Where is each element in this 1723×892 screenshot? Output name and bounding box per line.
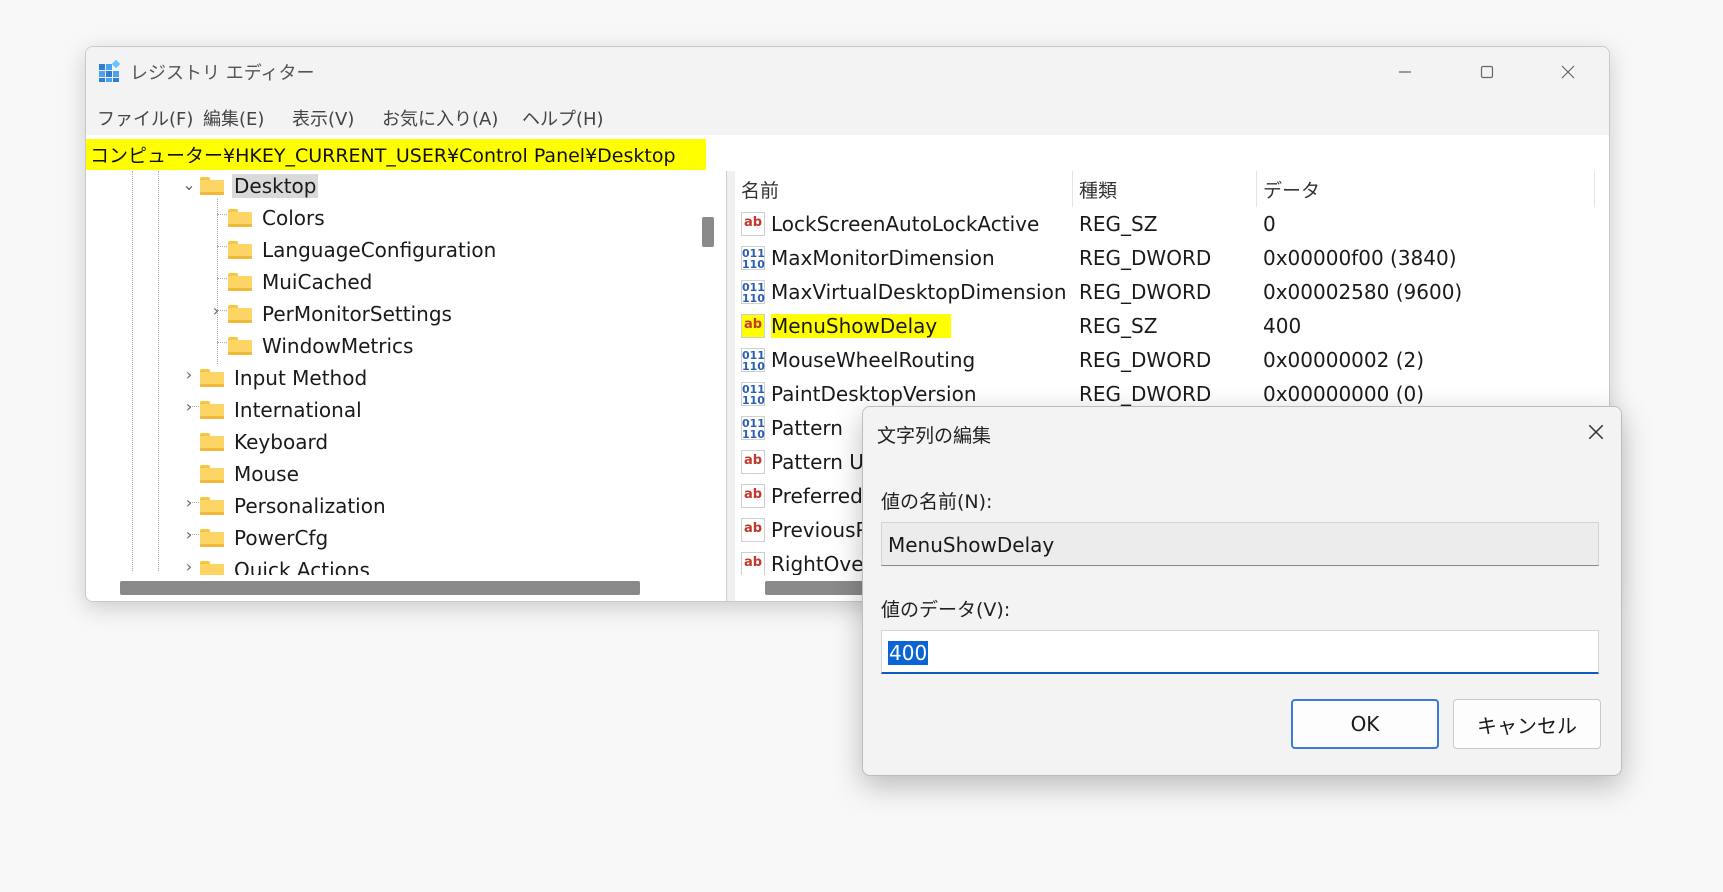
binary-value-icon: 011 110 <box>741 246 765 271</box>
minimize-button[interactable] <box>1364 47 1446 97</box>
menu-view[interactable]: 表示(V) <box>292 105 354 131</box>
binary-value-icon: 011 110 <box>741 348 765 373</box>
edit-string-dialog: 文字列の編集 値の名前(N): MenuShowDelay 値のデータ(V): … <box>862 406 1622 776</box>
address-bar[interactable]: コンピューター¥HKEY_CURRENT_USER¥Control Panel¥… <box>86 135 1609 172</box>
folder-icon <box>228 305 252 323</box>
maximize-button[interactable] <box>1446 47 1528 97</box>
close-icon <box>1588 424 1604 440</box>
string-value-icon: ab <box>741 552 765 576</box>
folder-icon <box>200 465 224 483</box>
string-value-icon: ab <box>741 212 765 236</box>
value-row-maxvirtualdesktopdimension[interactable]: 011 110 MaxVirtualDesktopDimension REG_DW… <box>735 277 1595 308</box>
registry-app-icon <box>99 59 121 82</box>
expand-icon[interactable]: › <box>181 397 197 416</box>
binary-value-icon: 011 110 <box>741 280 765 305</box>
folder-icon <box>200 529 224 547</box>
binary-value-icon: 011 110 <box>741 416 765 441</box>
tree-node-keyboard[interactable]: Keyboard <box>200 427 330 457</box>
folder-icon <box>200 177 224 195</box>
expand-icon[interactable]: › <box>208 301 224 320</box>
tree-node-mouse[interactable]: Mouse <box>200 459 301 489</box>
tree-node-desktop[interactable]: Desktop <box>200 171 319 201</box>
column-header-type[interactable]: 種類 <box>1073 171 1257 207</box>
value-data-label: 値のデータ(V): <box>881 599 1011 621</box>
menu-edit[interactable]: 編集(E) <box>203 105 264 131</box>
string-value-icon: ab <box>741 484 765 508</box>
binary-value-icon: 011 110 <box>741 382 765 407</box>
menu-favorites[interactable]: お気に入り(A) <box>382 105 498 131</box>
string-value-icon: ab <box>741 314 765 338</box>
menu-bar: ファイル(F) 編集(E) 表示(V) お気に入り(A) ヘルプ(H) <box>86 97 1609 135</box>
title-bar[interactable]: レジストリ エディター <box>86 47 1609 97</box>
tree-guide-line <box>217 214 227 215</box>
value-data-text: 400 <box>888 641 929 665</box>
tree-node-colors[interactable]: Colors <box>228 203 327 233</box>
folder-icon <box>228 337 252 355</box>
tree-guide-line <box>132 171 133 571</box>
dialog-title-bar[interactable]: 文字列の編集 <box>863 407 1621 457</box>
address-path[interactable]: コンピューター¥HKEY_CURRENT_USER¥Control Panel¥… <box>86 139 706 170</box>
value-row-maxmonitordimension[interactable]: 011 110 MaxMonitorDimension REG_DWORD 0x0… <box>735 243 1595 274</box>
key-tree-pane[interactable]: ⌄ Desktop Colors LanguageConfiguration M… <box>86 171 726 601</box>
folder-icon <box>200 369 224 387</box>
minimize-icon <box>1399 71 1411 73</box>
tree-guide-line <box>217 278 227 279</box>
string-value-icon: ab <box>741 518 765 542</box>
close-icon <box>1561 65 1575 79</box>
folder-icon <box>200 433 224 451</box>
collapse-icon[interactable]: ⌄ <box>181 175 197 194</box>
tree-node-input-method[interactable]: Input Method <box>200 363 369 393</box>
tree-vscroll-thumb[interactable] <box>702 217 714 247</box>
close-button[interactable] <box>1527 47 1609 97</box>
tree-node-personalization[interactable]: Personalization <box>200 491 388 521</box>
expand-icon[interactable]: › <box>181 557 197 576</box>
menu-file[interactable]: ファイル(F) <box>97 105 193 131</box>
menu-help[interactable]: ヘルプ(H) <box>522 105 604 131</box>
dialog-close-button[interactable] <box>1587 417 1605 447</box>
tree-node-permonitorsettings[interactable]: PerMonitorSettings <box>228 299 454 329</box>
value-row-lockscreenautolockactive[interactable]: ab LockScreenAutoLockActive REG_SZ 0 <box>735 209 1595 240</box>
tree-guide-line <box>158 171 159 571</box>
value-name-label: 値の名前(N): <box>881 491 993 513</box>
maximize-icon <box>1480 65 1494 79</box>
column-header-name[interactable]: 名前 <box>735 171 1073 207</box>
tree-node-muicached[interactable]: MuiCached <box>228 267 374 297</box>
tree-hscroll-thumb[interactable] <box>120 581 640 595</box>
folder-icon <box>200 401 224 419</box>
window-title: レジストリ エディター <box>130 63 315 84</box>
value-data-input[interactable]: 400 <box>881 630 1599 674</box>
tree-guide-line <box>217 199 218 364</box>
tree-guide-line <box>217 246 227 247</box>
tree-node-powercfg[interactable]: PowerCfg <box>200 523 330 553</box>
value-name-field[interactable]: MenuShowDelay <box>881 522 1599 566</box>
folder-icon <box>228 209 252 227</box>
expand-icon[interactable]: › <box>181 493 197 512</box>
expand-icon[interactable]: › <box>181 525 197 544</box>
tree-node-windowmetrics[interactable]: WindowMetrics <box>228 331 415 361</box>
tree-node-languageconfiguration[interactable]: LanguageConfiguration <box>228 235 498 265</box>
column-header-data[interactable]: データ <box>1257 171 1595 207</box>
tree-node-international[interactable]: International <box>200 395 364 425</box>
value-row-mousewheelrouting[interactable]: 011 110 MouseWheelRouting REG_DWORD 0x000… <box>735 345 1595 376</box>
cancel-button[interactable]: キャンセル <box>1453 699 1601 749</box>
folder-icon <box>200 497 224 515</box>
string-value-icon: ab <box>741 450 765 474</box>
tree-guide-line <box>217 342 227 343</box>
value-row-menushowdelay[interactable]: ab MenuShowDelay REG_SZ 400 <box>735 311 1595 342</box>
folder-icon <box>228 241 252 259</box>
folder-icon <box>228 273 252 291</box>
expand-icon[interactable]: › <box>181 365 197 384</box>
ok-button[interactable]: OK <box>1291 699 1439 749</box>
dialog-title: 文字列の編集 <box>877 425 992 447</box>
